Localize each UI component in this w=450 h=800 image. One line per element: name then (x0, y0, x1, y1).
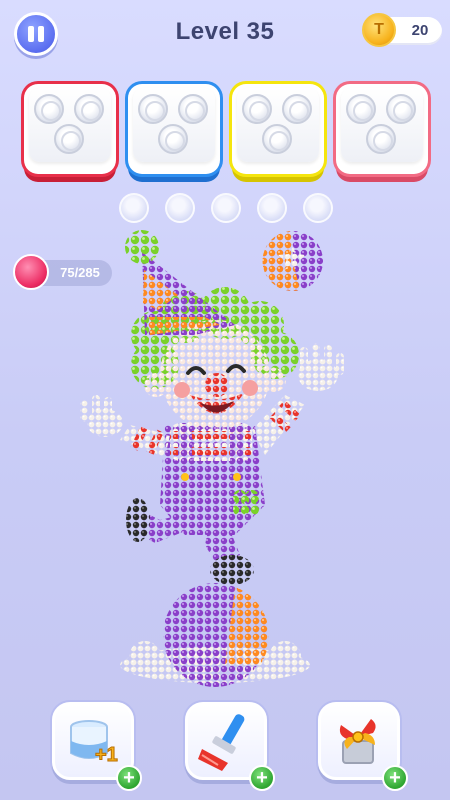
pompom (125, 230, 159, 264)
add-fan-button[interactable]: + (382, 765, 408, 791)
pause-button[interactable] (14, 12, 58, 56)
yellow-box[interactable] (232, 84, 324, 174)
pink-box[interactable] (336, 84, 428, 174)
empty-jar (74, 94, 104, 124)
red-box[interactable] (24, 84, 116, 174)
empty-jar (242, 94, 272, 124)
right-hand (298, 343, 344, 391)
button (181, 473, 189, 481)
empty-jar (366, 124, 396, 154)
fan-icon (339, 719, 376, 764)
empty-jar (54, 124, 84, 154)
empty-jar (34, 94, 64, 124)
empty-jar (282, 94, 312, 124)
empty-slot (211, 193, 241, 223)
left-shoe (126, 498, 150, 542)
pause-icon (28, 26, 34, 42)
empty-jar (138, 94, 168, 124)
red-nose (205, 373, 229, 397)
empty-slot (303, 193, 333, 223)
empty-slot (165, 193, 195, 223)
empty-jar (346, 94, 376, 124)
coin-icon: T (362, 13, 396, 47)
empty-jar (158, 124, 188, 154)
blue-box[interactable] (128, 84, 220, 174)
left-hand (80, 395, 123, 437)
brush-icon (198, 714, 245, 771)
empty-jar (386, 94, 416, 124)
button (233, 473, 241, 481)
add-extra-jar-button[interactable]: + (116, 765, 142, 791)
clown-bead-figure[interactable] (60, 225, 390, 695)
jar-plus-one-icon: +1 (70, 720, 118, 767)
empty-jar (178, 94, 208, 124)
add-brush-button[interactable]: + (249, 765, 275, 791)
pink-bead-icon (13, 254, 49, 290)
empty-jar (262, 124, 292, 154)
coin-count: 20 (411, 22, 429, 39)
empty-slot (257, 193, 287, 223)
star-ball (262, 230, 323, 291)
empty-slot (119, 193, 149, 223)
svg-text:+1: +1 (95, 744, 118, 766)
level-title: Level 35 (175, 18, 275, 45)
right-shoe (210, 555, 254, 585)
